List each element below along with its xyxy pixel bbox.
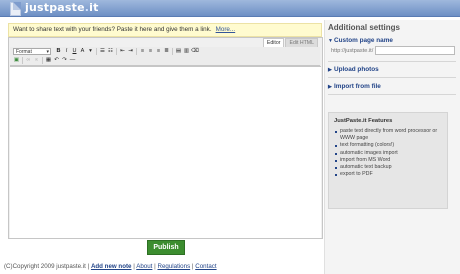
list-item: paste text directly from word processor …: [334, 128, 447, 142]
redo-icon[interactable]: ↷: [61, 57, 68, 64]
list-item: automatic text backup: [334, 164, 447, 171]
publish-button[interactable]: Publish: [147, 240, 185, 255]
numbered-list-icon[interactable]: ☰: [99, 48, 106, 55]
tab-editor[interactable]: Editor: [262, 38, 285, 47]
document-icon: [10, 2, 21, 16]
notice-text: Want to share text with your friends? Pa…: [13, 26, 212, 33]
color-dropdown-icon[interactable]: ▾: [87, 48, 94, 55]
import-from-file-toggle[interactable]: ▶ Import from file: [328, 83, 381, 90]
divider: [328, 77, 456, 78]
indent-icon[interactable]: ⇥: [127, 48, 134, 55]
footer: (C)Copyright 2009 justpaste.it | Add new…: [4, 263, 217, 270]
toolbar-divider: [42, 57, 43, 64]
align-left-icon[interactable]: ≡: [139, 48, 146, 55]
contact-link[interactable]: Contact: [195, 263, 216, 270]
divider: [328, 94, 456, 95]
upload-photos-toggle[interactable]: ▶ Upload photos: [328, 66, 379, 73]
header-bar: justpaste.it: [0, 0, 460, 17]
undo-icon[interactable]: ↶: [53, 57, 60, 64]
unlink-icon[interactable]: ∝: [33, 57, 40, 64]
list-item: text formatting (colors!): [334, 142, 447, 149]
bullet-list-icon[interactable]: ☷: [107, 48, 114, 55]
sidebar-title: Additional settings: [328, 23, 400, 32]
font-color-button[interactable]: A: [79, 48, 86, 55]
about-link[interactable]: About: [136, 263, 152, 270]
editor-tabs: Editor Edit HTML: [262, 38, 318, 47]
editor-toolbar: Format ▾ B I U A ▾ ☰ ☷ ⇤ ⇥ ≡ ≡ ≡ ≣ ▤ ▥ ⌫ ▣ ∞ ∝ ▦ ↶ ↷ ―: [10, 47, 320, 66]
tab-edit-html[interactable]: Edit HTML: [285, 38, 318, 47]
custom-page-name-toggle[interactable]: ▼Custom page name: [328, 37, 393, 44]
regulations-link[interactable]: Regulations: [157, 263, 190, 270]
align-center-icon[interactable]: ≡: [147, 48, 154, 55]
format-select[interactable]: Format ▾: [13, 48, 51, 55]
url-prefix: http://justpaste.it/: [331, 48, 374, 54]
divider: [328, 61, 456, 62]
link-icon[interactable]: ∞: [25, 57, 32, 64]
more-link[interactable]: More...: [216, 26, 236, 33]
list-item: export to PDF: [334, 171, 447, 178]
list-item: automatic images import: [334, 150, 447, 157]
outdent-icon[interactable]: ⇤: [119, 48, 126, 55]
toolbar-divider: [22, 57, 23, 64]
toolbar-divider: [136, 48, 137, 55]
settings-sidebar: Additional settings ▼Custom page name ht…: [324, 20, 460, 274]
italic-button[interactable]: I: [63, 48, 70, 55]
copyright-text: (C)Copyright 2009 justpaste.it: [4, 263, 86, 270]
hr-icon[interactable]: ―: [69, 57, 76, 64]
toolbar-divider: [96, 48, 97, 55]
bold-button[interactable]: B: [55, 48, 62, 55]
align-justify-icon[interactable]: ≣: [163, 48, 170, 55]
editor-text-area[interactable]: [10, 66, 321, 238]
custom-name-input[interactable]: [375, 46, 455, 55]
features-title: JustPaste.it Features: [334, 118, 393, 124]
info-notice: Want to share text with your friends? Pa…: [8, 23, 322, 37]
toolbar-divider: [172, 48, 173, 55]
site-logo[interactable]: justpaste.it: [25, 1, 99, 14]
paste-text-icon[interactable]: ▤: [175, 48, 182, 55]
add-new-note-link[interactable]: Add new note: [91, 263, 132, 270]
underline-button[interactable]: U: [71, 48, 78, 55]
paste-word-icon[interactable]: ▥: [183, 48, 190, 55]
features-list: paste text directly from word processor …: [334, 128, 447, 178]
list-item: import from MS Word: [334, 157, 447, 164]
image-icon[interactable]: ▣: [13, 57, 20, 64]
features-box: JustPaste.it Features paste text directl…: [328, 112, 448, 209]
align-right-icon[interactable]: ≡: [155, 48, 162, 55]
remove-format-icon[interactable]: ⌫: [191, 48, 199, 55]
table-icon[interactable]: ▦: [45, 57, 52, 64]
chevron-down-icon: ▾: [46, 49, 49, 55]
rich-text-editor: Editor Edit HTML Format ▾ B I U A ▾ ☰ ☷ ⇤ ⇥ ≡ ≡ ≡ ≣ ▤ ▥ ⌫…: [8, 37, 323, 239]
toolbar-divider: [116, 48, 117, 55]
